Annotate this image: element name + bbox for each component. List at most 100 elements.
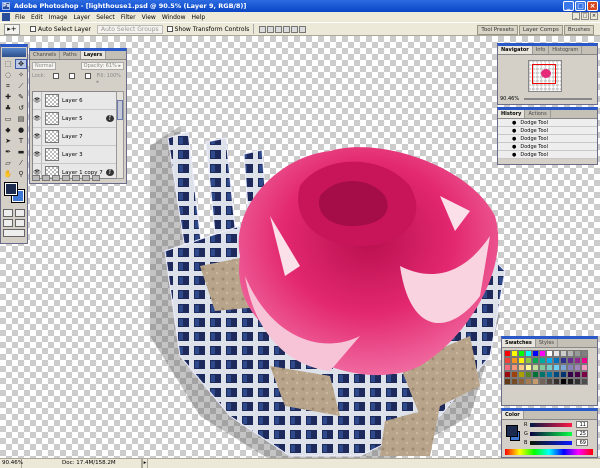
marquee-tool-icon[interactable]: ⬚ — [2, 59, 14, 69]
lock-pixels-icon[interactable] — [68, 73, 75, 79]
swatch[interactable] — [525, 378, 532, 385]
tab-swatches[interactable]: Swatches — [502, 339, 536, 347]
swatch[interactable] — [553, 364, 560, 371]
eraser-tool-icon[interactable]: ▭ — [2, 114, 14, 124]
tab-histogram[interactable]: Histogram — [549, 46, 583, 54]
swatch[interactable] — [546, 350, 553, 357]
eye-icon[interactable]: 👁 — [33, 128, 42, 145]
tab-styles[interactable]: Styles — [536, 339, 559, 347]
swatch[interactable] — [525, 371, 532, 378]
move-tool-icon[interactable]: ▸+ — [4, 23, 20, 35]
menu-window[interactable]: Window — [159, 14, 189, 21]
standard-mode-icon[interactable] — [3, 209, 13, 217]
swatch[interactable] — [574, 350, 581, 357]
link-layers-icon[interactable] — [32, 175, 40, 181]
layer-mask-icon[interactable] — [52, 175, 60, 181]
swatch[interactable] — [511, 357, 518, 364]
screen-mode-full-icon[interactable] — [15, 219, 25, 227]
blur-tool-icon[interactable]: ◆ — [2, 125, 14, 135]
layer-row[interactable]: 👁 Layer 3 — [33, 146, 117, 164]
move-tool-icon[interactable]: ✥ — [15, 59, 27, 69]
swatch[interactable] — [518, 378, 525, 385]
swatch[interactable] — [553, 378, 560, 385]
new-layer-icon[interactable] — [82, 175, 90, 181]
swatch[interactable] — [511, 378, 518, 385]
swatch[interactable] — [525, 350, 532, 357]
swatch[interactable] — [546, 378, 553, 385]
layer-fx-icon[interactable]: ƒ — [106, 115, 114, 122]
align-top-icon[interactable] — [259, 25, 267, 33]
swatch[interactable] — [532, 378, 539, 385]
dodge-tool-icon[interactable]: ● — [15, 125, 27, 135]
swatch[interactable] — [532, 350, 539, 357]
swatch[interactable] — [518, 350, 525, 357]
blue-value[interactable]: 69 — [576, 439, 588, 446]
history-item[interactable]: ● Dodge Tool — [498, 119, 597, 127]
lock-position-icon[interactable] — [84, 73, 91, 79]
navigator-thumbnail[interactable] — [528, 60, 562, 92]
swatch[interactable] — [560, 350, 567, 357]
red-slider[interactable] — [530, 422, 572, 427]
swatch[interactable] — [504, 378, 511, 385]
navigator-zoom[interactable]: 90.46% — [500, 96, 519, 102]
menu-file[interactable]: File — [12, 14, 28, 21]
align-right-icon[interactable] — [299, 25, 307, 33]
eyedropper-icon[interactable]: ⁄ — [15, 158, 27, 168]
history-item[interactable]: ● Dodge Tool — [498, 151, 597, 159]
tab-channels[interactable]: Channels — [30, 51, 61, 59]
hand-tool-icon[interactable]: ✋ — [2, 169, 14, 179]
foreground-swatch[interactable] — [506, 425, 518, 437]
red-value[interactable]: 11 — [576, 421, 588, 428]
history-item[interactable]: ● Dodge Tool — [498, 135, 597, 143]
crop-tool-icon[interactable]: ⌗ — [2, 81, 14, 91]
healing-brush-icon[interactable]: ✚ — [2, 92, 14, 102]
swatch[interactable] — [511, 364, 518, 371]
history-item[interactable]: ● Dodge Tool — [498, 127, 597, 135]
swatch[interactable] — [539, 350, 546, 357]
swatch[interactable] — [518, 364, 525, 371]
tab-tool-presets[interactable]: Tool Presets — [477, 25, 518, 35]
doc-minimize-button[interactable]: _ — [572, 12, 580, 20]
blend-mode-select[interactable]: Normal — [32, 62, 57, 70]
swatch[interactable] — [553, 350, 560, 357]
layer-row[interactable]: 👁 Layer 5 ƒ — [33, 110, 117, 128]
doc-maximize-button[interactable]: □ — [581, 12, 589, 20]
swatch[interactable] — [525, 357, 532, 364]
eye-icon[interactable]: 👁 — [33, 92, 42, 109]
quickmask-mode-icon[interactable] — [15, 209, 25, 217]
swatch[interactable] — [504, 350, 511, 357]
swatch[interactable] — [574, 378, 581, 385]
color-ramp[interactable] — [505, 449, 593, 455]
menu-layer[interactable]: Layer — [70, 14, 93, 21]
doc-close-button[interactable]: × — [590, 12, 598, 20]
zoom-tool-icon[interactable]: ⚲ — [15, 169, 27, 179]
clone-stamp-icon[interactable]: ♣ — [2, 103, 14, 113]
magic-wand-icon[interactable]: ✧ — [15, 70, 27, 80]
align-left-icon[interactable] — [283, 25, 291, 33]
swatch[interactable] — [574, 357, 581, 364]
scroll-thumb[interactable] — [117, 100, 123, 120]
menu-help[interactable]: Help — [189, 14, 209, 21]
swatch[interactable] — [504, 371, 511, 378]
tab-navigator[interactable]: Navigator — [498, 46, 533, 54]
swatch[interactable] — [532, 364, 539, 371]
swatch[interactable] — [581, 371, 588, 378]
status-zoom[interactable]: 90.46% — [0, 459, 23, 468]
minimize-button[interactable]: _ — [563, 1, 574, 11]
swatch[interactable] — [567, 378, 574, 385]
imageready-icon[interactable] — [3, 229, 25, 237]
new-group-icon[interactable] — [62, 175, 70, 181]
auto-select-checkbox[interactable] — [30, 26, 36, 32]
swatch[interactable] — [581, 364, 588, 371]
menu-edit[interactable]: Edit — [28, 14, 46, 21]
transform-controls-checkbox[interactable] — [166, 26, 173, 32]
swatch[interactable] — [539, 371, 546, 378]
swatch[interactable] — [546, 357, 553, 364]
swatch[interactable] — [511, 350, 518, 357]
tab-actions[interactable]: Actions — [525, 110, 551, 118]
swatch[interactable] — [553, 357, 560, 364]
slice-tool-icon[interactable]: ⟋ — [15, 81, 27, 91]
swatch[interactable] — [581, 357, 588, 364]
brush-tool-icon[interactable]: ✎ — [15, 92, 27, 102]
tab-history[interactable]: History — [498, 110, 526, 118]
